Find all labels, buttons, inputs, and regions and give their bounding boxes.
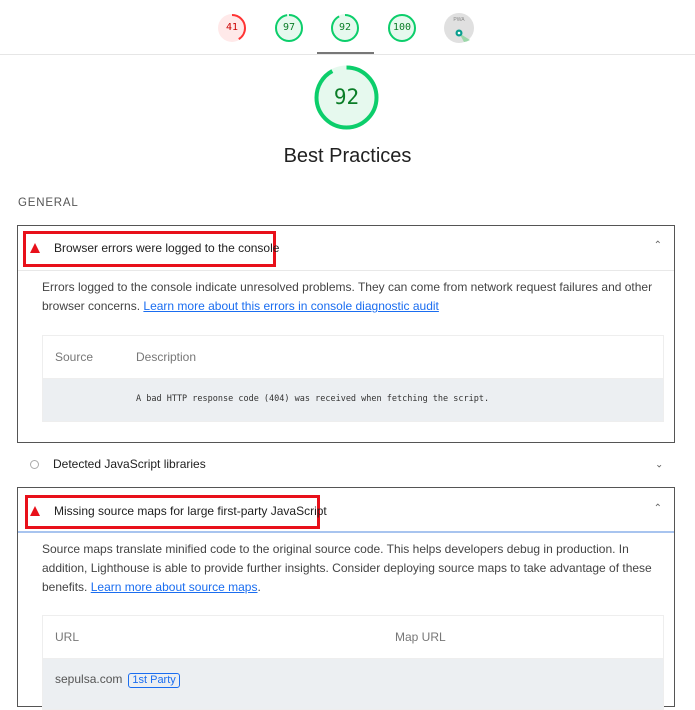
audit-header[interactable]: Missing source maps for large first-part…	[18, 488, 674, 533]
audit-title: Detected JavaScript libraries	[53, 457, 206, 471]
table-row: A bad HTTP response code (404) was recei…	[43, 379, 663, 421]
table-header: Source Description	[43, 336, 663, 379]
audit-title: Missing source maps for large first-part…	[54, 504, 327, 518]
url-text[interactable]: sepulsa.com	[55, 672, 122, 686]
chevron-up-icon[interactable]: ⌃	[654, 240, 662, 251]
details-table: URL Map URL sepulsa.com 1st Party	[42, 615, 664, 710]
score-nav: 41 97 92 100 PWA	[0, 0, 695, 55]
chevron-up-icon[interactable]: ⌃	[654, 503, 662, 514]
audit-js-libraries[interactable]: Detected JavaScript libraries ⌃	[17, 450, 675, 480]
table-row: sepulsa.com 1st Party	[43, 659, 663, 709]
first-party-badge: 1st Party	[128, 673, 180, 688]
score-gauge-seo[interactable]: 100	[387, 13, 417, 43]
score-gauge-best-practices[interactable]: 92	[330, 13, 360, 43]
audit-header[interactable]: Browser errors were logged to the consol…	[18, 226, 674, 271]
learn-more-link[interactable]: Learn more about this errors in console …	[143, 299, 439, 313]
audit-valid-source-maps: Missing source maps for large first-part…	[17, 487, 675, 710]
details-table: Source Description A bad HTTP response co…	[42, 335, 664, 422]
score-gauge-performance[interactable]: 41	[217, 13, 247, 43]
audit-description: Source maps translate minified code to t…	[42, 542, 652, 594]
informative-circle-icon	[30, 460, 39, 469]
fail-triangle-icon	[30, 243, 40, 253]
active-tab-indicator	[317, 52, 374, 54]
category-title: Best Practices	[283, 145, 412, 167]
table-header: URL Map URL	[43, 616, 663, 659]
audit-title: Browser errors were logged to the consol…	[54, 241, 280, 255]
score-gauge-pwa[interactable]: PWA	[444, 13, 474, 43]
group-title: GENERAL	[18, 197, 79, 209]
audit-errors-in-console: Browser errors were logged to the consol…	[17, 225, 675, 443]
chevron-down-icon[interactable]: ⌃	[655, 457, 663, 468]
category-score-gauge: 92	[313, 64, 380, 131]
learn-more-link[interactable]: Learn more about source maps	[91, 580, 258, 594]
fail-triangle-icon	[30, 506, 40, 516]
audit-description: Errors logged to the console indicate un…	[42, 280, 653, 313]
score-gauge-accessibility[interactable]: 97	[274, 13, 304, 43]
